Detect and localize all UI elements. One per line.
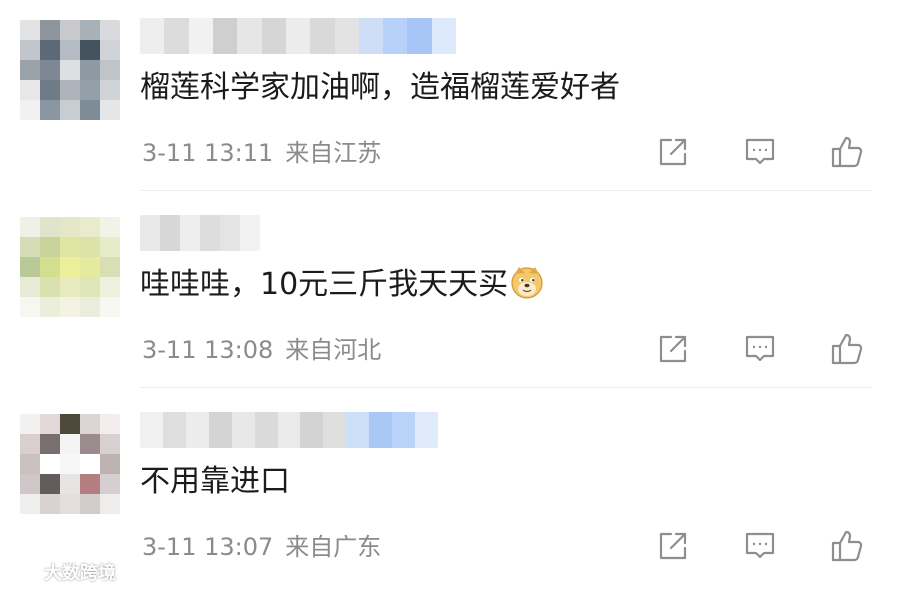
watermark-text: 大数跨境	[44, 563, 116, 584]
comment-location: 来自江苏	[285, 139, 382, 167]
share-button[interactable]	[653, 329, 693, 369]
reply-button[interactable]	[740, 329, 780, 369]
thumbs-up-icon	[831, 333, 863, 365]
avatar[interactable]	[20, 20, 120, 120]
watermark: 大数跨境	[6, 559, 116, 585]
watermark-logo-icon	[8, 564, 38, 580]
share-icon	[659, 138, 687, 166]
username-blurred[interactable]	[140, 412, 438, 448]
thumbs-up-icon	[831, 530, 863, 562]
doge-emoji-icon	[511, 267, 543, 299]
comment-time: 3-11 13:08	[142, 336, 274, 364]
reply-button[interactable]	[740, 526, 780, 566]
share-button[interactable]	[653, 132, 693, 172]
comment-text: 哇哇哇，10元三斤我天天买	[140, 263, 840, 307]
avatar[interactable]	[20, 414, 120, 514]
thumbs-up-icon	[831, 136, 863, 168]
username-blurred[interactable]	[140, 215, 260, 251]
comment-meta: 3-11 13:08 来自河北	[142, 332, 381, 368]
comment-icon	[745, 532, 775, 559]
comment-list: 榴莲科学家加油啊，造福榴莲爱好者 3-11 13:11 来自江苏 哇哇哇，10元三	[0, 0, 900, 588]
share-icon	[659, 532, 687, 560]
comment-meta: 3-11 13:11 来自江苏	[142, 135, 381, 171]
comment-text-body: 哇哇哇，10元三斤我天天买	[140, 267, 509, 302]
divider	[140, 190, 872, 191]
like-button[interactable]	[827, 526, 867, 566]
like-button[interactable]	[827, 329, 867, 369]
comment-meta: 3-11 13:07 来自广东	[142, 529, 381, 565]
comment-item: 哇哇哇，10元三斤我天天买 3-11 13:08 来自河北	[0, 197, 900, 394]
share-icon	[659, 335, 687, 363]
comment-item: 榴莲科学家加油啊，造福榴莲爱好者 3-11 13:11 来自江苏	[0, 0, 900, 197]
avatar[interactable]	[20, 217, 120, 317]
comment-time: 3-11 13:11	[142, 139, 274, 167]
comment-icon	[745, 335, 775, 362]
like-button[interactable]	[827, 132, 867, 172]
comment-item: 不用靠进口 3-11 13:07 来自广东	[0, 394, 900, 591]
comment-text: 榴莲科学家加油啊，造福榴莲爱好者	[140, 70, 620, 105]
share-button[interactable]	[653, 526, 693, 566]
username-blurred[interactable]	[140, 18, 456, 54]
comment-text: 不用靠进口	[140, 464, 290, 499]
comment-icon	[745, 138, 775, 165]
divider	[140, 387, 872, 388]
reply-button[interactable]	[740, 132, 780, 172]
comment-location: 来自广东	[285, 533, 382, 561]
comment-location: 来自河北	[285, 336, 382, 364]
comment-time: 3-11 13:07	[142, 533, 274, 561]
